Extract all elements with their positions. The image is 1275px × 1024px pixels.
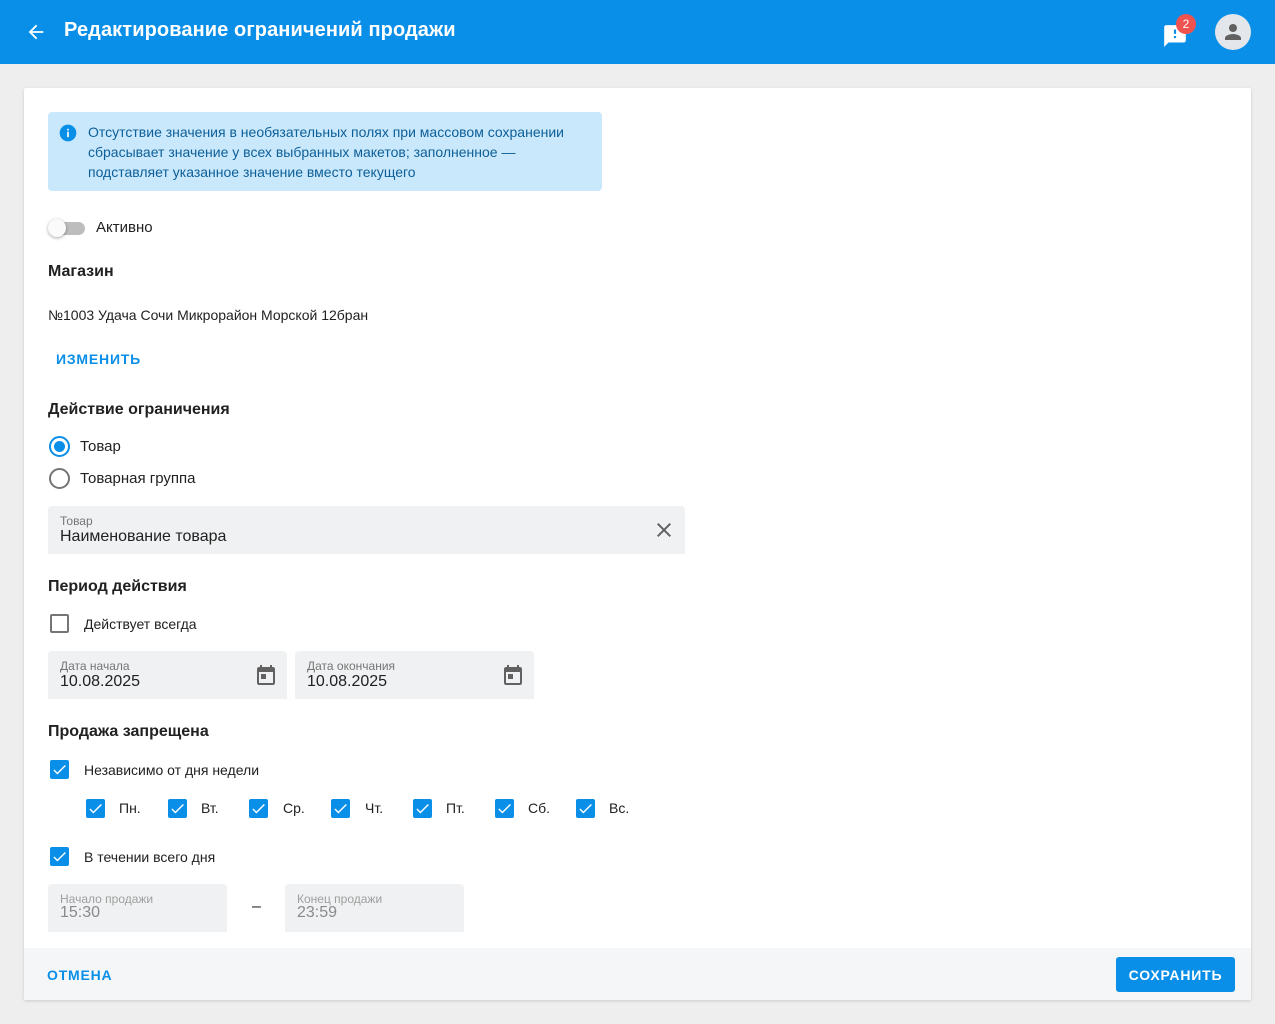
end-date-field[interactable]: Дата окончания 10.08.2025 (295, 651, 534, 699)
save-button[interactable]: СОХРАНИТЬ (1116, 957, 1235, 992)
switch-thumb (48, 219, 66, 237)
day-label-sat: Сб. (528, 800, 551, 816)
account-icon (1225, 24, 1241, 40)
check-icon (579, 803, 592, 814)
any-day-label: Независимо от дня недели (84, 762, 260, 778)
sale-banned-heading: Продажа запрещена (48, 723, 209, 740)
day-label-fri: Пт. (446, 800, 465, 816)
start-date-value: 10.08.2025 (60, 673, 141, 690)
end-date-label: Дата окончания (307, 659, 396, 673)
period-heading: Период действия (48, 578, 187, 595)
check-icon (334, 803, 347, 814)
day-checkbox-sat[interactable] (495, 799, 514, 818)
sale-start-field: Начало продажи 15:30 (48, 884, 227, 932)
day-checkbox-mon[interactable] (86, 799, 105, 818)
change-store-button[interactable]: ИЗМЕНИТЬ (56, 351, 141, 367)
always-checkbox[interactable] (50, 614, 69, 633)
check-icon (416, 803, 429, 814)
product-field-value: Наименование товара (60, 528, 227, 545)
back-button[interactable] (22, 18, 50, 46)
day-checkbox-sun[interactable] (576, 799, 595, 818)
arrow-back-icon (28, 24, 44, 40)
sale-end-field: Конец продажи 23:59 (285, 884, 464, 932)
day-checkbox-thu[interactable] (331, 799, 350, 818)
start-date-field[interactable]: Дата начала 10.08.2025 (48, 651, 287, 699)
page-title: Редактирование ограничений продажи (64, 19, 456, 41)
day-label-thu: Чт. (365, 800, 384, 816)
radio-product-group-label: Товарная группа (80, 470, 196, 487)
day-label-mon: Пн. (119, 800, 141, 816)
sale-start-value: 15:30 (60, 904, 101, 921)
check-icon (252, 803, 265, 814)
info-icon (59, 124, 77, 142)
day-label-tue: Вт. (201, 800, 219, 816)
store-heading: Магазин (48, 263, 114, 280)
calendar-icon[interactable] (254, 663, 278, 687)
notifications-button[interactable]: 2 (1160, 14, 1196, 50)
calendar-icon[interactable] (501, 663, 525, 687)
end-date-value: 10.08.2025 (307, 673, 388, 690)
check-icon (89, 803, 102, 814)
radio-product[interactable] (49, 436, 70, 457)
app-bar: Редактирование ограничений продажи 2 (0, 0, 1275, 64)
start-date-label: Дата начала (60, 659, 130, 673)
info-banner: Отсутствие значения в необязательных пол… (48, 112, 602, 191)
product-field-label: Товар (60, 514, 93, 528)
all-day-checkbox[interactable] (50, 847, 69, 866)
radio-product-label: Товар (80, 438, 121, 455)
form-card: Отсутствие значения в необязательных пол… (24, 88, 1251, 1000)
day-label-sun: Вс. (609, 800, 630, 816)
always-label: Действует всегда (84, 616, 197, 632)
time-separator: – (252, 898, 261, 915)
clear-icon[interactable] (652, 518, 676, 542)
active-switch[interactable] (48, 219, 86, 237)
active-label: Активно (96, 219, 153, 236)
all-day-label: В течении всего дня (84, 849, 216, 865)
day-checkbox-wed[interactable] (249, 799, 268, 818)
check-icon (53, 764, 66, 775)
form-footer: ОТМЕНА СОХРАНИТЬ (24, 948, 1251, 1000)
restriction-heading: Действие ограничения (48, 401, 230, 418)
check-icon (498, 803, 511, 814)
info-text: Отсутствие значения в необязательных пол… (88, 124, 564, 180)
notification-badge: 2 (1176, 14, 1196, 34)
day-checkbox-tue[interactable] (168, 799, 187, 818)
radio-product-group[interactable] (49, 468, 70, 489)
check-icon (53, 851, 66, 862)
any-day-checkbox[interactable] (50, 760, 69, 779)
check-icon (171, 803, 184, 814)
avatar[interactable] (1215, 14, 1251, 50)
day-checkbox-fri[interactable] (413, 799, 432, 818)
cancel-button[interactable]: ОТМЕНА (47, 967, 112, 983)
product-field[interactable]: Товар Наименование товара (48, 506, 685, 554)
day-label-wed: Ср. (283, 800, 305, 816)
sale-end-value: 23:59 (297, 904, 338, 921)
store-value: №1003 Удача Сочи Микрорайон Морской 12бр… (48, 307, 369, 323)
